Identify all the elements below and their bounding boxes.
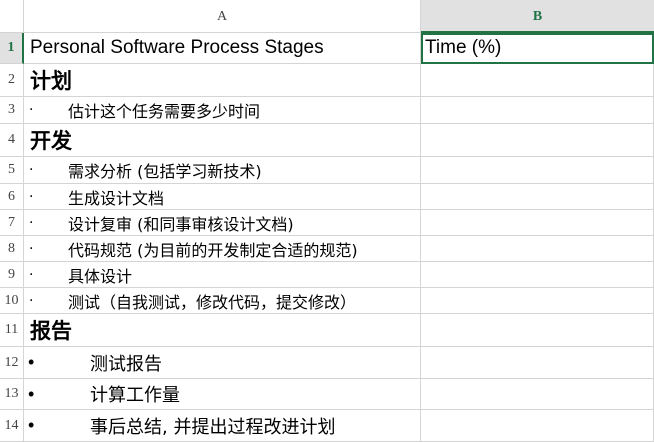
cell-b14[interactable] (421, 410, 654, 442)
cell-text: 设计复审 (和同事审核设计文档) (68, 214, 294, 234)
cell-b6[interactable] (421, 184, 654, 210)
sheet-row: 7 · 设计复审 (和同事审核设计文档) (0, 210, 654, 236)
cell-a3[interactable]: · 估计这个任务需要多少时间 (24, 97, 421, 124)
cell-a5[interactable]: · 需求分析 (包括学习新技术) (24, 157, 421, 184)
cell-a7[interactable]: · 设计复审 (和同事审核设计文档) (24, 210, 421, 236)
sheet-row: 11 报告 (0, 314, 654, 347)
row-header[interactable]: 8 (0, 236, 24, 262)
cell-a14[interactable]: • 事后总结, 并提出过程改进计划 (24, 410, 421, 442)
cell-b5[interactable] (421, 157, 654, 184)
row-header[interactable]: 13 (0, 379, 24, 410)
sheet-row: 9 · 具体设计 (0, 262, 654, 288)
row-header[interactable]: 2 (0, 64, 24, 97)
bullet: · (29, 240, 34, 257)
cell-b2[interactable] (421, 64, 654, 97)
bullet: · (29, 266, 34, 283)
section-heading: 报告 (30, 319, 72, 343)
cell-a12[interactable]: • 测试报告 (24, 347, 421, 379)
cell-a8[interactable]: · 代码规范 (为目前的开发制定合适的规范) (24, 236, 421, 262)
row-header[interactable]: 12 (0, 347, 24, 379)
sheet-row: 12 • 测试报告 (0, 347, 654, 379)
select-all-corner[interactable] (0, 0, 24, 33)
cell-text: 需求分析 (包括学习新技术) (68, 162, 262, 181)
row-header[interactable]: 6 (0, 184, 24, 210)
bullet: · (29, 162, 34, 178)
row-header[interactable]: 9 (0, 262, 24, 288)
cell-text: Personal Software Process Stages (30, 37, 324, 58)
cell-a1[interactable]: Personal Software Process Stages (24, 33, 421, 64)
cell-text: 事后总结, 并提出过程改进计划 (90, 416, 336, 438)
sheet-row: 2 计划 (0, 64, 654, 97)
section-heading: 开发 (30, 129, 72, 153)
bullet: · (29, 188, 34, 205)
row-header[interactable]: 4 (0, 124, 24, 157)
cell-a11[interactable]: 报告 (24, 314, 421, 347)
row-header[interactable]: 11 (0, 314, 24, 347)
sheet-row: 1 Personal Software Process Stages Time … (0, 33, 654, 64)
row-header[interactable]: 10 (0, 288, 24, 314)
column-header-a[interactable]: A (24, 0, 421, 33)
row-header[interactable]: 5 (0, 157, 24, 184)
cell-text: 测试报告 (90, 353, 162, 375)
row-header[interactable]: 1 (0, 33, 24, 64)
sheet-row: 13 • 计算工作量 (0, 379, 654, 410)
column-header-b[interactable]: B (421, 0, 654, 33)
cell-text: 具体设计 (68, 266, 133, 286)
cell-text: 生成设计文档 (68, 188, 165, 208)
sheet-row: 8 · 代码规范 (为目前的开发制定合适的规范) (0, 236, 654, 262)
bullet: • (28, 352, 35, 372)
cell-text: 计算工作量 (90, 385, 180, 406)
sheet-row: 10 · 测试（自我测试，修改代码，提交修改） (0, 288, 654, 314)
bullet: · (29, 214, 34, 231)
cell-b13[interactable] (421, 379, 654, 410)
row-header[interactable]: 3 (0, 97, 24, 124)
cell-text: 估计这个任务需要多少时间 (68, 102, 261, 121)
cell-a9[interactable]: · 具体设计 (24, 262, 421, 288)
cell-a10[interactable]: · 测试（自我测试，修改代码，提交修改） (24, 288, 421, 314)
bullet: • (28, 415, 35, 435)
cell-b12[interactable] (421, 347, 654, 379)
cell-a13[interactable]: • 计算工作量 (24, 379, 421, 410)
cell-a2[interactable]: 计划 (24, 64, 421, 97)
cell-b10[interactable] (421, 288, 654, 314)
cell-text: Time (%) (425, 37, 502, 58)
section-heading: 计划 (30, 69, 72, 93)
cell-b4[interactable] (421, 124, 654, 157)
cell-a4[interactable]: 开发 (24, 124, 421, 157)
cell-b8[interactable] (421, 236, 654, 262)
row-header[interactable]: 7 (0, 210, 24, 236)
cell-text: 测试（自我测试，修改代码，提交修改） (68, 292, 357, 312)
cell-b9[interactable] (421, 262, 654, 288)
sheet-row: 3 · 估计这个任务需要多少时间 (0, 97, 654, 124)
spreadsheet-grid: A B 1 Personal Software Process Stages T… (0, 0, 654, 442)
sheet-row: 4 开发 (0, 124, 654, 157)
cell-b7[interactable] (421, 210, 654, 236)
row-header[interactable]: 14 (0, 410, 24, 442)
sheet-row: 5 · 需求分析 (包括学习新技术) (0, 157, 654, 184)
bullet: • (28, 383, 35, 404)
cell-text: 代码规范 (为目前的开发制定合适的规范) (68, 240, 358, 260)
cell-b1[interactable]: Time (%) (421, 33, 654, 64)
bullet: · (29, 102, 34, 118)
sheet-row: 6 · 生成设计文档 (0, 184, 654, 210)
sheet-row: 14 • 事后总结, 并提出过程改进计划 (0, 410, 654, 442)
bullet: · (29, 292, 34, 309)
cell-b11[interactable] (421, 314, 654, 347)
cell-a6[interactable]: · 生成设计文档 (24, 184, 421, 210)
cell-b3[interactable] (421, 97, 654, 124)
